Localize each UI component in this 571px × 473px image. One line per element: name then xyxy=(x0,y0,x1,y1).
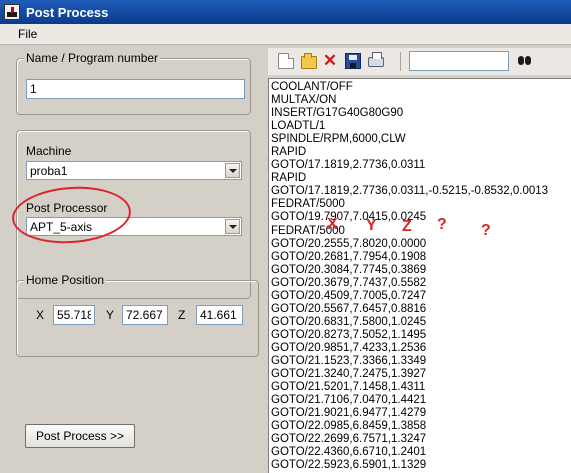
print-icon[interactable] xyxy=(368,52,384,67)
code-line: GOTO/20.9851,7.4233,1.2536 xyxy=(271,341,427,354)
code-line: GOTO/22.2699,6.7571,1.3247 xyxy=(271,433,427,446)
code-line: GOTO/21.7106,7.0470,1.4421 xyxy=(271,394,427,407)
machine-select[interactable]: proba1 xyxy=(26,161,242,180)
post-process-button[interactable]: Post Process >> xyxy=(25,424,135,448)
name-program-group: Name / Program number xyxy=(16,51,251,115)
open-folder-icon[interactable] xyxy=(301,53,317,69)
code-line: GOTO/20.6831,7.5800,1.0245 xyxy=(271,315,427,328)
editor-toolbar: ✕ xyxy=(268,48,571,75)
home-z-label: Z xyxy=(178,308,186,322)
code-line: MULTAX/ON xyxy=(271,94,337,107)
code-line: GOTO/20.5567,7.6457,0.8816 xyxy=(271,302,427,315)
code-line: GOTO/17.1819,2.7736,0.0311 xyxy=(271,159,426,172)
code-line: GOTO/20.3679,7.7437,0.5582 xyxy=(271,276,427,289)
chevron-down-icon[interactable] xyxy=(225,219,240,234)
machine-selected-value: proba1 xyxy=(30,164,68,178)
code-line: LOADTL/1 xyxy=(271,120,326,133)
code-line: COOLANT/OFF xyxy=(271,81,353,93)
code-line: FEDRAT/5000 xyxy=(271,224,345,237)
code-line: GOTO/20.2681,7.7954,0.1908 xyxy=(271,250,427,263)
home-x-label: X xyxy=(36,308,45,322)
post-processor-selected-value: APT_5-axis xyxy=(30,220,93,234)
code-lines: COOLANT/OFF MULTAX/ON INSERT/G17G40G80G90 L… xyxy=(271,81,548,472)
save-icon[interactable] xyxy=(345,53,361,69)
home-y-label: Y xyxy=(106,308,115,322)
settings-panel: Name / Program number Machine proba1 Pos… xyxy=(0,46,266,473)
name-program-legend: Name / Program number xyxy=(24,51,161,65)
home-z-input[interactable] xyxy=(196,305,243,325)
app-logo-icon xyxy=(4,4,20,20)
chevron-down-icon[interactable] xyxy=(225,163,240,178)
code-line: GOTO/20.8273,7.5052,1.1495 xyxy=(271,328,427,341)
code-line: INSERT/G17G40G80G90 xyxy=(271,107,404,120)
machine-label: Machine xyxy=(26,144,72,158)
find-binoculars-icon[interactable] xyxy=(516,53,532,69)
code-editor[interactable]: COOLANT/OFF MULTAX/ON INSERT/G17G40G80G90 L… xyxy=(268,78,571,473)
code-line: GOTO/22.4360,6.6710,1.2401 xyxy=(271,446,427,459)
code-line: GOTO/22.0985,6.8459,1.3858 xyxy=(271,420,427,433)
home-position-group: Home Position X Y Z xyxy=(16,273,259,357)
code-line: GOTO/21.9021,6.9477,1.4279 xyxy=(271,407,427,420)
search-input[interactable] xyxy=(409,51,509,71)
code-line: GOTO/20.3084,7.7745,0.3869 xyxy=(271,263,427,276)
code-line: GOTO/21.1523,7.3366,1.3349 xyxy=(271,354,427,367)
new-icon[interactable] xyxy=(278,53,294,69)
home-y-input[interactable] xyxy=(122,305,168,325)
home-position-legend: Home Position xyxy=(24,273,107,287)
code-line: RAPID xyxy=(271,172,307,185)
title-bar: Post Process xyxy=(0,0,571,24)
code-line: GOTO/22.5923,6.5901,1.1329 xyxy=(271,459,427,472)
delete-icon[interactable]: ✕ xyxy=(322,52,338,69)
code-line: RAPID xyxy=(271,146,307,159)
window-title: Post Process xyxy=(26,4,109,20)
code-line: GOTO/17.1819,2.7736,0.0311,-0.5215,-0.85… xyxy=(271,185,549,198)
code-line: SPINDLE/RPM,6000,CLW xyxy=(271,133,406,146)
code-line: GOTO/21.5201,7.1458,1.4311 xyxy=(271,381,426,394)
toolbar-divider xyxy=(400,52,401,71)
menu-file[interactable]: File xyxy=(18,27,37,41)
code-line: GOTO/19.7907,7.0415,0.0245 xyxy=(271,211,427,224)
code-line: GOTO/20.4509,7.7005,0.7247 xyxy=(271,289,427,302)
code-line: FEDRAT/5000 xyxy=(271,198,345,211)
post-processor-select[interactable]: APT_5-axis xyxy=(26,217,242,236)
code-line: GOTO/20.2555,7.8020,0.0000 xyxy=(271,237,427,250)
program-number-input[interactable] xyxy=(26,79,245,99)
menu-bar: File xyxy=(0,24,571,45)
post-processor-label: Post Processor xyxy=(26,201,108,215)
home-x-input[interactable] xyxy=(53,305,95,325)
code-line: GOTO/21.3240,7.2475,1.3927 xyxy=(271,368,427,381)
